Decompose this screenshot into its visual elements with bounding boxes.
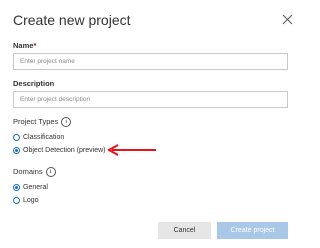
domains-label: Domains i (13, 167, 56, 177)
required-mark: * (33, 41, 37, 50)
name-label: Name* (13, 41, 36, 51)
project-types-label: Project Types i (13, 117, 72, 127)
create-project-dialog: Create new project Name* Description Pro… (0, 0, 300, 248)
radio-object-detection[interactable]: Object Detection (preview) (13, 146, 105, 155)
description-label: Description (13, 79, 55, 88)
radio-label-general: General (23, 184, 48, 191)
name-label-text: Name (13, 41, 34, 50)
close-button[interactable] (281, 13, 294, 26)
info-icon[interactable]: i (45, 167, 56, 177)
radio-general[interactable]: General (13, 183, 48, 192)
close-icon (282, 14, 293, 25)
radio-label-object-detection: Object Detection (preview) (23, 147, 106, 154)
left-arrow-icon (106, 144, 156, 156)
radio-button-classification[interactable] (13, 134, 20, 141)
radio-label-classification: Classification (23, 134, 65, 141)
description-input[interactable] (13, 91, 288, 108)
project-types-label-text: Project Types (13, 117, 59, 126)
name-input[interactable] (13, 53, 288, 70)
radio-label-logo: Logo (23, 197, 39, 204)
dialog-title: Create new project (13, 12, 131, 28)
radio-button-general[interactable] (13, 184, 20, 191)
create-project-button[interactable]: Create project (217, 222, 288, 239)
radio-button-object-detection[interactable] (13, 147, 20, 154)
cancel-button[interactable]: Cancel (158, 222, 211, 239)
info-icon[interactable]: i (61, 117, 72, 127)
radio-classification[interactable]: Classification (13, 133, 64, 142)
domains-label-text: Domains (13, 167, 43, 176)
radio-logo[interactable]: Logo (13, 196, 39, 205)
radio-button-logo[interactable] (13, 197, 20, 204)
